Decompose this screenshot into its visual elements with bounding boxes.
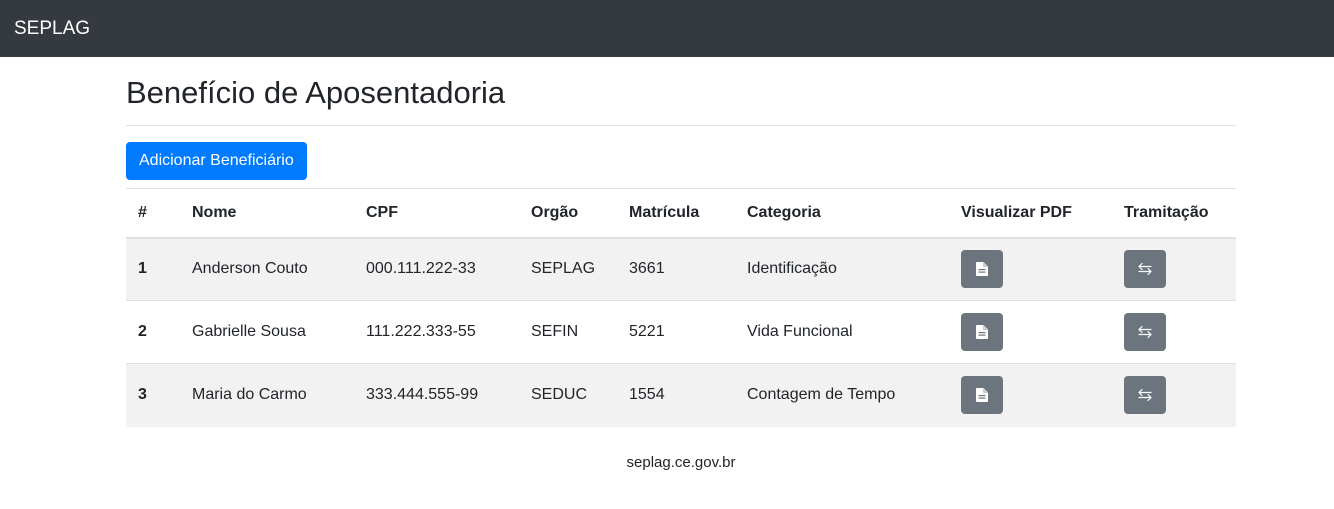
row-nome: Anderson Couto <box>192 260 308 278</box>
table-row: 1 Anderson Couto 000.111.222-33 SEPLAG 3… <box>126 237 1236 301</box>
row-pdf-cell <box>949 300 1112 364</box>
row-cpf: 111.222.333-55 <box>354 300 519 364</box>
row-orgao: SEFIN <box>519 300 617 364</box>
header-cpf: CPF <box>354 188 519 239</box>
beneficiaries-table: # Nome CPF Orgão Matrícula Categoria Vis… <box>126 188 1236 427</box>
row-cpf: 333.444.555-99 <box>354 363 519 427</box>
row-pdf-cell <box>949 238 1112 301</box>
tramitacao-button[interactable] <box>1124 313 1166 351</box>
main-container: Benefício de Aposentadoria Adicionar Ben… <box>126 57 1236 427</box>
header-orgao: Orgão <box>519 188 617 239</box>
header-index: # <box>126 188 180 239</box>
file-icon <box>976 325 988 339</box>
footer: seplag.ce.gov.br <box>0 454 1334 471</box>
header-matricula: Matrícula <box>617 188 735 239</box>
header-nome: Nome <box>180 188 354 239</box>
swap-arrows-icon <box>1137 262 1153 276</box>
row-index: 2 <box>126 300 180 364</box>
file-icon <box>976 388 988 403</box>
row-tramitacao-cell <box>1112 238 1236 301</box>
row-matricula: 3661 <box>629 260 665 278</box>
page-title: Benefício de Aposentadoria <box>126 75 506 110</box>
row-index: 1 <box>138 260 147 278</box>
add-beneficiary-button[interactable]: Adicionar Beneficiário <box>126 142 307 180</box>
row-index: 3 <box>126 363 180 427</box>
row-pdf-cell <box>949 363 1112 427</box>
swap-arrows-icon <box>1137 325 1153 339</box>
divider <box>126 125 1236 126</box>
row-categoria: Contagem de Tempo <box>735 363 949 427</box>
row-tramitacao-cell <box>1112 300 1236 364</box>
row-matricula: 5221 <box>617 300 735 364</box>
footer-text[interactable]: seplag.ce.gov.br <box>627 454 736 471</box>
row-nome: Maria do Carmo <box>180 363 354 427</box>
view-pdf-button[interactable] <box>961 376 1003 415</box>
tramitacao-button[interactable] <box>1124 250 1166 289</box>
row-nome: Gabrielle Sousa <box>180 300 354 364</box>
row-matricula: 1554 <box>617 363 735 427</box>
row-orgao: SEPLAG <box>531 260 596 278</box>
header-tramitacao: Tramitação <box>1112 188 1236 239</box>
swap-arrows-icon <box>1137 388 1153 402</box>
row-tramitacao-cell <box>1112 363 1236 427</box>
file-icon <box>976 262 988 277</box>
tramitacao-button[interactable] <box>1124 376 1166 415</box>
row-cpf: 000.111.222-33 <box>366 260 476 278</box>
row-orgao: SEDUC <box>519 363 617 427</box>
view-pdf-button[interactable] <box>961 313 1003 351</box>
table-row: 2 Gabrielle Sousa 111.222.333-55 SEFIN 5… <box>126 300 1236 364</box>
header-categoria: Categoria <box>735 188 949 239</box>
table-header-row: # Nome CPF Orgão Matrícula Categoria Vis… <box>126 188 1236 239</box>
navbar-brand[interactable]: SEPLAG <box>14 18 90 40</box>
table-row: 3 Maria do Carmo 333.444.555-99 SEDUC 15… <box>126 363 1236 427</box>
navbar: SEPLAG <box>0 0 1334 57</box>
header-visualizar-pdf: Visualizar PDF <box>949 188 1112 239</box>
row-categoria: Identificação <box>747 260 837 278</box>
row-categoria: Vida Funcional <box>735 300 949 364</box>
view-pdf-button[interactable] <box>961 250 1003 289</box>
